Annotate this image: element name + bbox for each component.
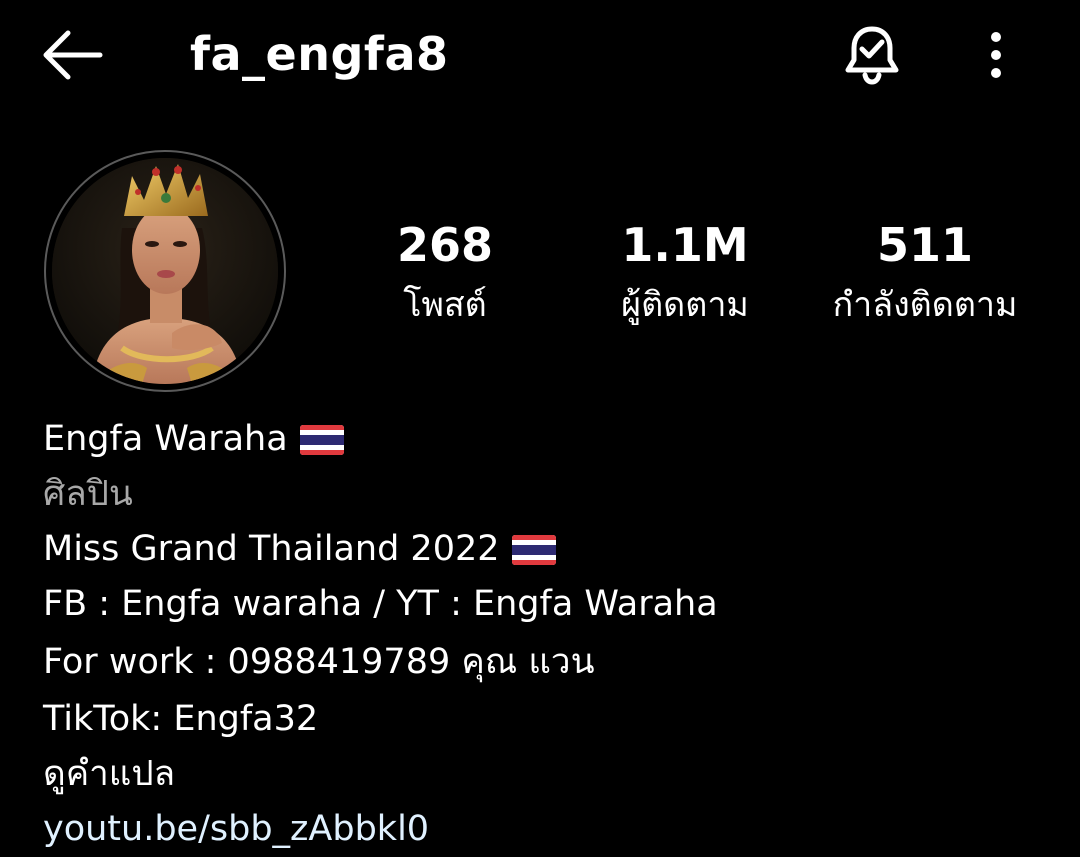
see-translation-button[interactable]: ดูคำแปล: [43, 747, 1043, 802]
bell-check-icon: [845, 26, 899, 85]
back-button[interactable]: [34, 20, 110, 90]
thailand-flag-icon: [511, 534, 556, 565]
profile-photo: [52, 158, 278, 384]
display-name: Engfa Waraha: [43, 419, 288, 459]
posts-count[interactable]: 268 โพสต์: [325, 216, 565, 328]
followers-count[interactable]: 1.1M ผู้ติดตาม: [565, 216, 805, 328]
profile-avatar[interactable]: [44, 150, 286, 392]
following-label: กำลังติดตาม: [832, 285, 1018, 325]
bio-line-work: For work : 0988419789 คุณ แวน: [43, 642, 595, 682]
thailand-flag-icon: [299, 424, 344, 455]
top-bar: fa_engfa8: [0, 0, 1080, 110]
following-count[interactable]: 511 กำลังติดตาม: [805, 216, 1045, 328]
arrow-left-icon: [43, 30, 103, 80]
profile-username: fa_engfa8: [190, 27, 449, 81]
more-options-button[interactable]: [966, 20, 1026, 90]
followers-label: ผู้ติดตาม: [621, 285, 749, 325]
profile-bio: Engfa Waraha ศิลปิน Miss Grand Thailand …: [43, 412, 1043, 857]
notifications-button[interactable]: [832, 20, 912, 90]
bio-line-tiktok: TikTok: Engfa32: [43, 699, 319, 739]
display-name-row: Engfa Waraha: [43, 412, 1043, 467]
following-value: 511: [876, 218, 974, 272]
posts-label: โพสต์: [403, 285, 487, 325]
more-vertical-icon: [991, 32, 1001, 78]
profile-category: ศิลปิน: [43, 474, 133, 514]
avatar-image: [52, 158, 278, 384]
bio-title-text: Miss Grand Thailand 2022: [43, 529, 500, 569]
posts-value: 268: [396, 218, 494, 272]
bio-link[interactable]: youtu.be/sbb_zAbbkl0: [43, 802, 1043, 857]
followers-value: 1.1M: [621, 218, 749, 272]
bio-line-social: FB : Engfa waraha / YT : Engfa Waraha: [43, 584, 718, 624]
bio-line-title: Miss Grand Thailand 2022: [43, 522, 1043, 577]
